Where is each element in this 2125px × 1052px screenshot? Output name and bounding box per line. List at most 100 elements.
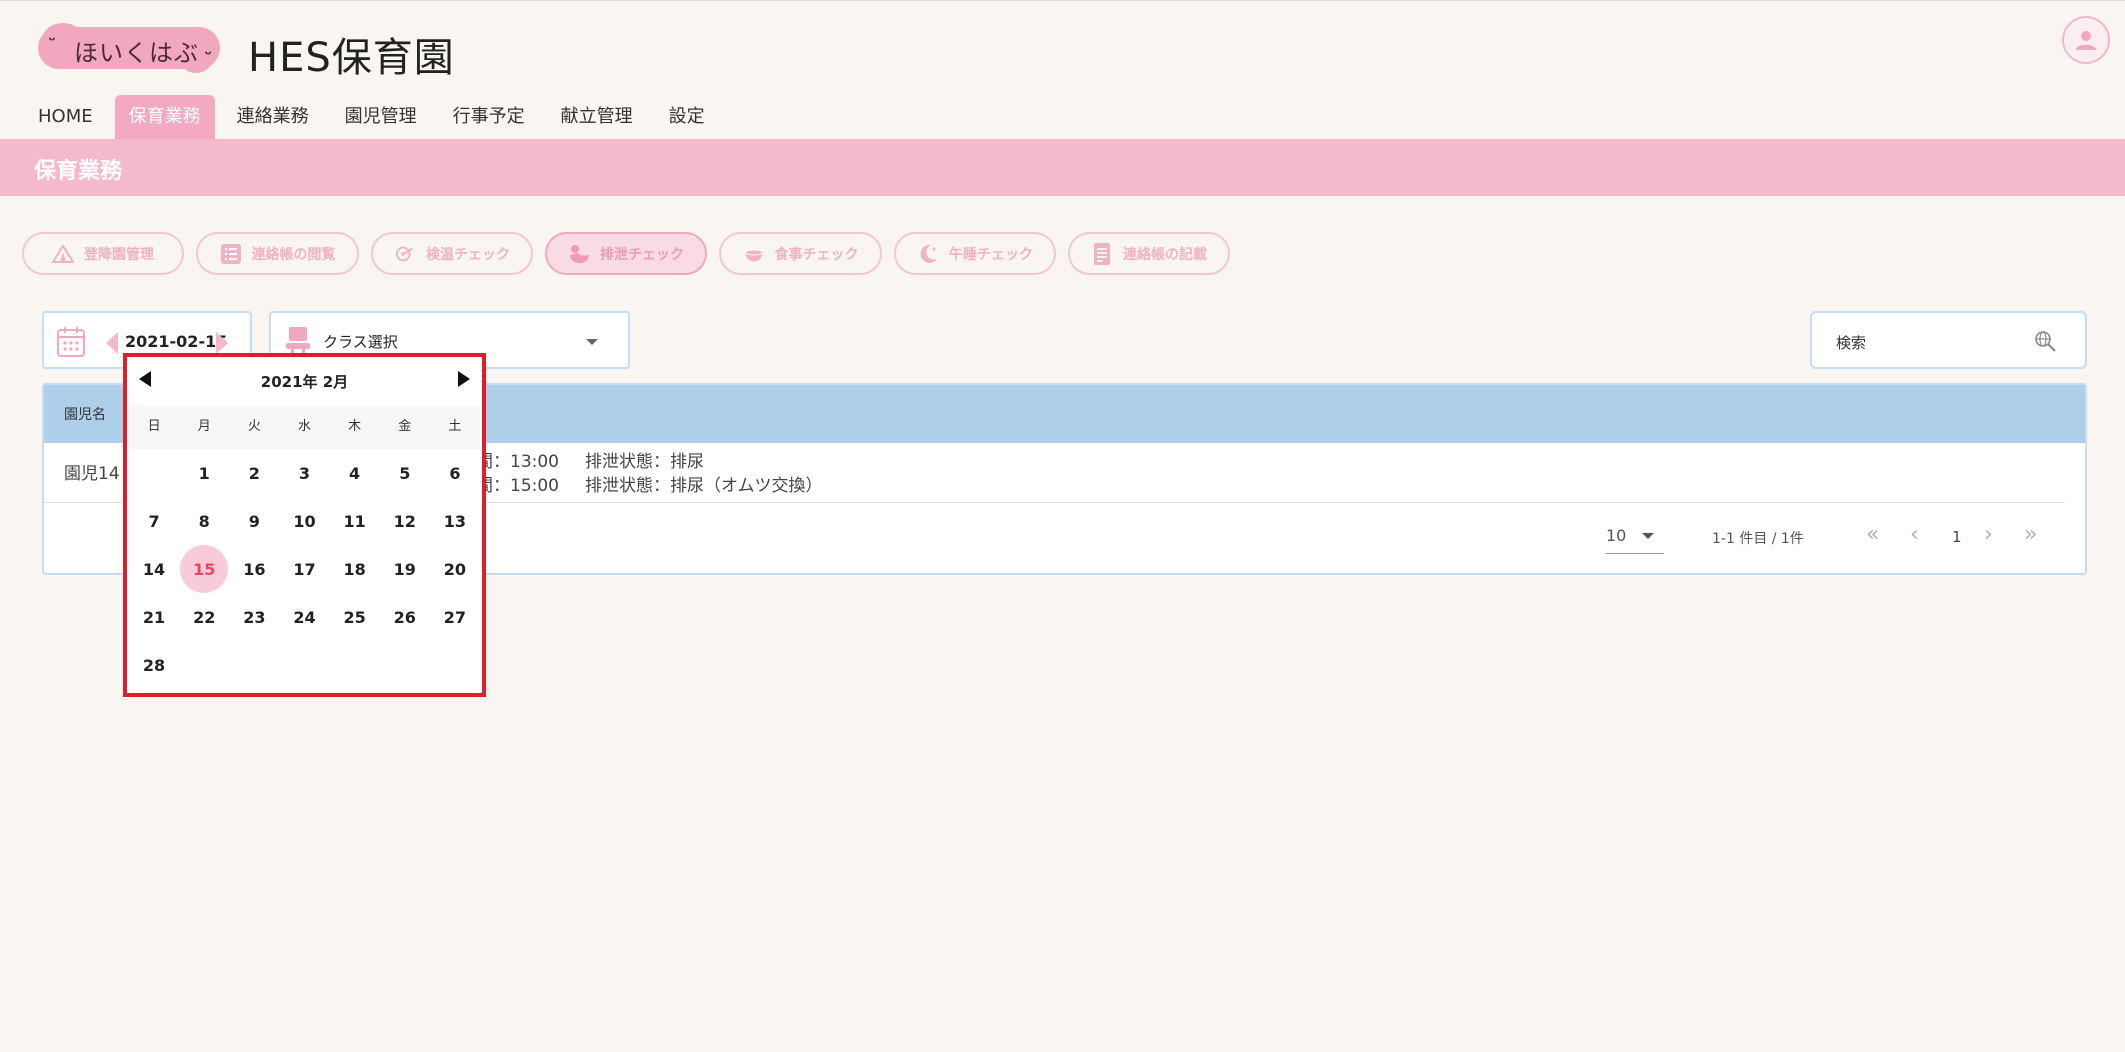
day-number: 8 [198,511,210,531]
notebook-icon [1091,242,1113,265]
app-logo[interactable]: ᵕ ほいくはぶ ᵕ [38,23,220,73]
day-cell[interactable]: 18 [330,545,380,593]
day-number: 25 [343,607,366,627]
day-cell[interactable]: 26 [380,593,430,641]
day-cell[interactable]: 2 [229,449,279,497]
day-number: 26 [393,607,416,627]
day-number: 13 [443,511,467,531]
next-month-icon[interactable] [458,371,470,387]
day-number: 17 [293,559,316,579]
day-cell[interactable]: 14 [129,545,179,593]
nav-item[interactable]: 連絡業務 [223,95,323,139]
day-cell-selected[interactable]: 15 [179,545,229,593]
action-button[interactable]: 登降園管理 [22,232,184,275]
nav-item[interactable]: 設定 [655,95,719,139]
day-cell[interactable]: 9 [229,497,279,545]
day-cell[interactable]: 22 [179,593,229,641]
next-page-icon[interactable]: › [1984,522,1993,547]
rows-per-page-select[interactable]: 10 [1606,526,1664,554]
day-cell[interactable]: 27 [430,593,480,641]
tent-icon [52,243,74,265]
user-avatar[interactable] [2062,16,2110,64]
day-number: 28 [142,655,166,675]
day-number: 22 [193,607,216,627]
day-cell[interactable]: 16 [229,545,279,593]
prev-day-arrow-icon[interactable] [106,332,118,354]
logo-text: ほいくはぶ [74,39,199,67]
class-select-label: クラス選択 [323,333,398,351]
day-number: 15 [180,545,229,593]
weekday-header: 日月火水木金土 [129,405,480,449]
day-cell[interactable]: 12 [380,497,430,545]
day-number: 10 [293,511,316,531]
day-cell[interactable]: 4 [330,449,380,497]
nav-item[interactable]: 園児管理 [331,95,431,139]
day-cell[interactable]: 7 [129,497,179,545]
day-number: 14 [142,559,166,579]
day-cell[interactable]: 13 [430,497,480,545]
action-button[interactable]: 食事チェック [719,232,882,275]
logo-face-right: ᵕ [204,45,212,64]
day-cell[interactable]: 24 [279,593,329,641]
action-button-label: 検温チェック [426,246,510,263]
nav-item[interactable]: HOME [24,95,107,139]
date-picker-header: 2021年 2月 [127,357,482,405]
action-buttons: 登降園管理 連絡帳の閲覧 検温チェック 排泄チェック 食事チェック 午睡チェック 連絡帳の記… [22,232,1242,275]
day-cell[interactable]: 5 [380,449,430,497]
action-button-label: 連絡帳の記載 [1123,246,1207,263]
day-cell[interactable]: 3 [279,449,329,497]
thermometer-icon [394,243,416,265]
child-name: 園児14 [64,464,120,484]
next-day-arrow-icon[interactable] [216,332,228,354]
nav-item[interactable]: 保育業務 [114,95,215,139]
day-cell[interactable]: 23 [229,593,279,641]
search-icon[interactable] [2033,329,2057,357]
day-number: 21 [142,607,166,627]
action-button[interactable]: 検温チェック [371,232,533,275]
day-number: 23 [243,607,266,627]
day-cell[interactable]: 10 [279,497,329,545]
action-button[interactable]: 排泄チェック [545,232,707,275]
section-title: 保育業務 [34,159,123,184]
day-cell[interactable]: 20 [430,545,480,593]
action-button-label: 連絡帳の閲覧 [251,246,336,263]
weekday-label: 月 [197,419,211,434]
day-cell[interactable]: 8 [179,497,229,545]
nav-item[interactable]: 行事予定 [439,95,539,139]
action-button[interactable]: 午睡チェック [894,232,1056,275]
day-number: 2 [248,463,260,483]
duck-icon [568,243,590,265]
day-number: 7 [148,511,160,531]
action-button[interactable]: 連絡帳の閲覧 [196,232,359,275]
day-cell[interactable]: 28 [129,641,179,689]
day-number: 24 [293,607,316,627]
date-value[interactable]: 2021-02-15 [125,332,227,351]
weekday-label: 金 [398,419,412,434]
current-page[interactable]: 1 [1952,528,1962,546]
day-number: 1 [198,463,210,483]
day-number: 4 [349,463,361,483]
day-cell[interactable]: 17 [279,545,329,593]
last-page-icon[interactable]: » [2024,522,2037,547]
nav-item[interactable]: 献立管理 [547,95,647,139]
list-icon [220,243,242,265]
action-button-label: 排泄チェック [600,246,684,263]
chevron-down-icon [1642,533,1654,539]
weekday-label: 火 [247,419,261,434]
day-cell[interactable]: 21 [129,593,179,641]
action-button-label: 食事チェック [774,246,859,263]
calendar-icon[interactable] [56,326,86,362]
day-cell[interactable]: 6 [430,449,480,497]
first-page-icon[interactable]: « [1866,522,1879,547]
site-title: HES保育園 [248,35,455,81]
day-cell[interactable]: 1 [179,449,229,497]
record-line: 間：13:00 排泄状態：排尿 [476,452,704,472]
prev-page-icon[interactable]: ‹ [1910,522,1919,547]
day-cell[interactable]: 25 [330,593,380,641]
action-button[interactable]: 連絡帳の記載 [1068,232,1230,275]
main-nav: HOME 保育業務 連絡業務 園児管理 行事予定 献立管理 設定 [24,95,727,139]
day-cell[interactable]: 11 [330,497,380,545]
search-input[interactable]: 検索 [1810,311,2087,369]
day-number: 6 [449,463,461,483]
day-cell[interactable]: 19 [380,545,430,593]
